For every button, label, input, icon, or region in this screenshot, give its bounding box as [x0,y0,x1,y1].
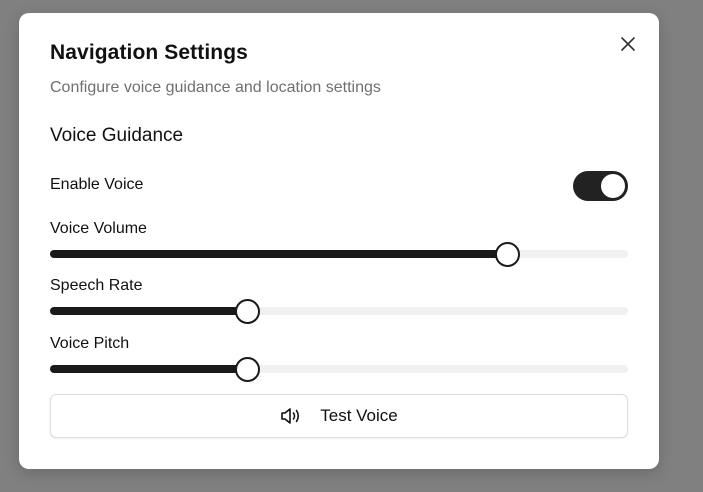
slider-fill [50,365,247,373]
enable-voice-label: Enable Voice [50,176,144,193]
enable-voice-toggle[interactable] [573,171,628,201]
speaker-icon [280,407,302,425]
slider-fill [50,250,507,258]
close-icon [621,37,635,51]
slider-thumb[interactable] [234,357,260,382]
speech-rate-label: Speech Rate [50,277,143,294]
slider-fill [50,307,247,315]
section-title-voice-guidance: Voice Guidance [50,125,184,146]
dialog-title: Navigation Settings [50,41,248,64]
voice-pitch-slider[interactable] [50,356,628,382]
voice-volume-slider[interactable] [50,241,628,267]
slider-thumb[interactable] [494,242,520,267]
dialog-subtitle: Configure voice guidance and location se… [50,79,381,96]
voice-pitch-label: Voice Pitch [50,335,130,352]
test-voice-button[interactable]: Test Voice [50,394,628,438]
speech-rate-slider[interactable] [50,298,628,324]
test-voice-label: Test Voice [320,406,398,425]
navigation-settings-dialog: Navigation Settings Configure voice guid… [19,13,659,469]
toggle-knob [601,174,625,198]
slider-thumb[interactable] [234,299,260,324]
close-button[interactable] [617,33,639,55]
voice-volume-label: Voice Volume [50,220,147,237]
